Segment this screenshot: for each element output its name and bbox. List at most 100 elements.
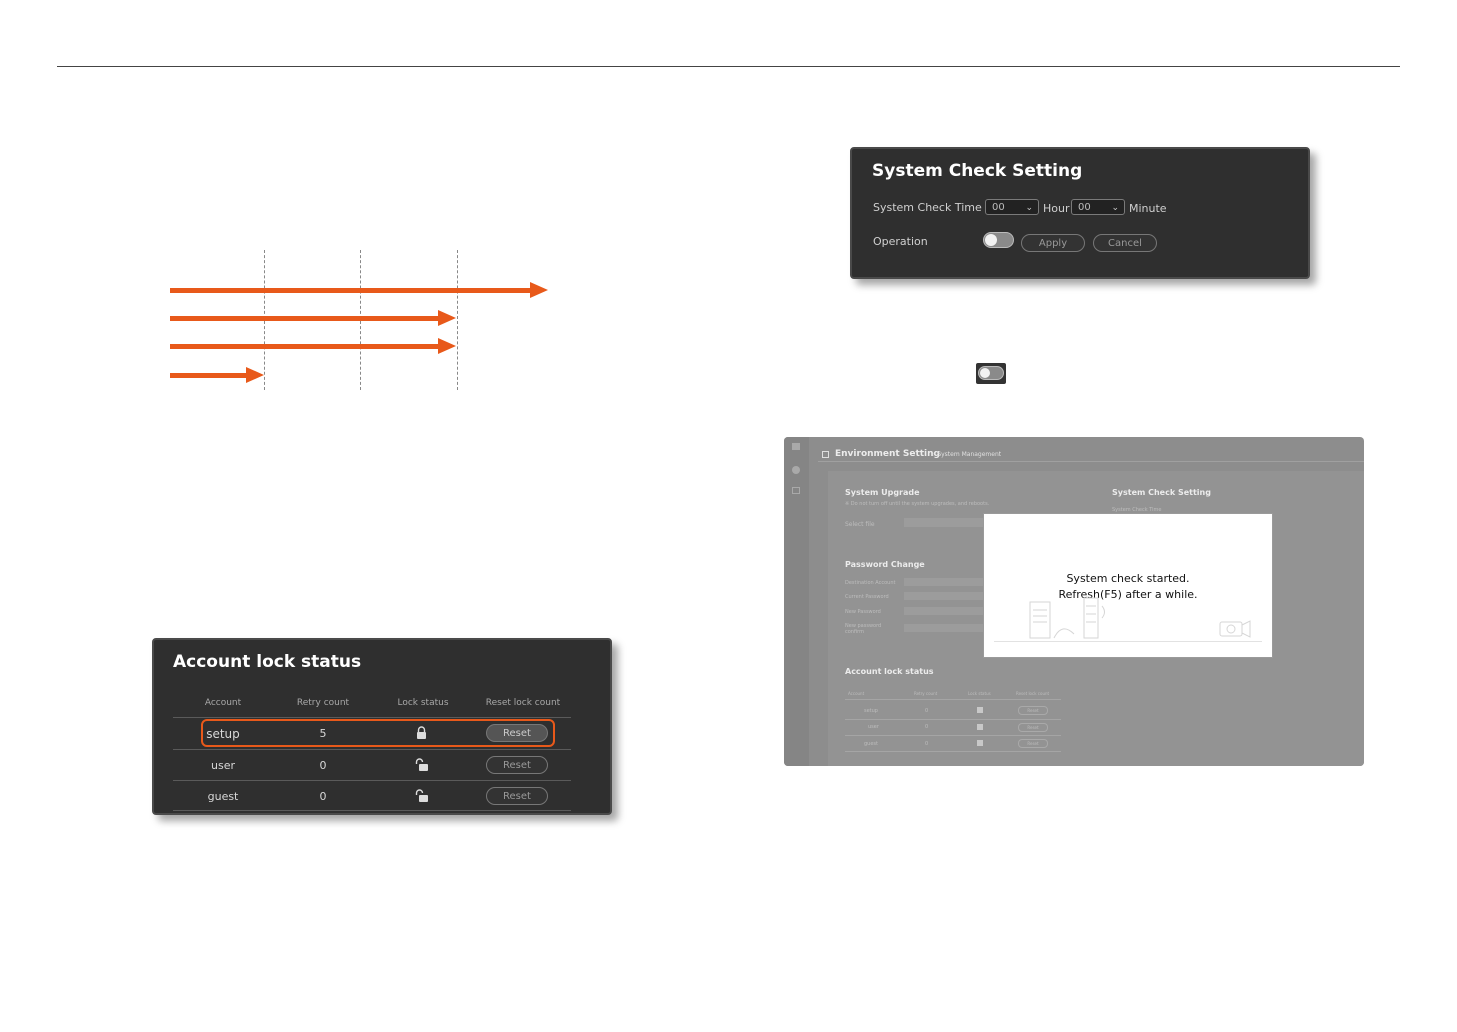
divider-line — [457, 250, 458, 390]
server-illustration-icon — [1029, 597, 1105, 639]
password-field[interactable] — [904, 578, 984, 586]
checkbox-icon — [822, 451, 829, 458]
hour-label: Hour — [1043, 202, 1070, 215]
arrow-2-head — [438, 310, 456, 326]
system-check-time-label: System Check Time — [873, 201, 982, 214]
home-icon[interactable] — [792, 443, 800, 450]
reset-button[interactable]: Reset — [1018, 706, 1048, 715]
toggle-off-icon — [976, 363, 1006, 384]
system-check-popup: System check started. Refresh(F5) after … — [983, 513, 1273, 658]
side-nav — [784, 437, 809, 766]
dialog-title: System Check Setting — [872, 161, 1083, 181]
hour-value: 00 — [992, 202, 1005, 213]
select-file-label: Select file — [845, 521, 875, 528]
cancel-button[interactable]: Cancel — [1093, 234, 1157, 252]
upgrade-note: ※ Do not turn off until the system upgra… — [845, 501, 990, 507]
arrow-1 — [170, 288, 532, 293]
arrow-2 — [170, 316, 440, 321]
reset-button[interactable]: Reset — [486, 724, 548, 742]
lock-closed-icon — [417, 726, 426, 739]
retry-count: 0 — [925, 741, 929, 747]
camera-illustration-icon — [1219, 620, 1251, 638]
reset-button[interactable]: Reset — [1018, 739, 1048, 748]
password-field-label: Destination Account — [845, 580, 896, 586]
arrow-1-head — [530, 282, 548, 298]
lock-open-icon — [977, 707, 983, 713]
reset-button[interactable]: Reset — [486, 756, 548, 774]
minute-select[interactable]: 00 ⌄ — [1071, 199, 1125, 215]
password-field[interactable] — [904, 624, 984, 632]
retry-count: 0 — [319, 759, 327, 772]
column-header: Retry count — [914, 691, 938, 696]
row-divider — [845, 751, 1061, 752]
popup-message-line1: System check started. — [1066, 572, 1190, 585]
gear-icon[interactable] — [792, 466, 800, 474]
column-header: Retry count — [296, 698, 350, 708]
lock-open-icon — [415, 789, 428, 802]
apply-button[interactable]: Apply — [1021, 234, 1085, 252]
account-title: Account lock status — [845, 667, 934, 676]
toggle-knob — [980, 368, 990, 378]
hour-select[interactable]: 00 ⌄ — [985, 199, 1039, 215]
retry-count: 0 — [925, 724, 929, 730]
header-divider — [818, 461, 1364, 462]
arrow-4 — [170, 373, 248, 378]
screenshot-header-sub: › System Management — [933, 451, 1002, 458]
row-divider — [845, 719, 1061, 720]
settings-icon[interactable] — [792, 487, 800, 494]
arrow-4-head — [246, 367, 264, 383]
retry-count: 0 — [319, 790, 327, 803]
reset-button[interactable]: Reset — [1018, 723, 1048, 732]
password-field-label: New Password — [845, 609, 881, 615]
column-header: Lock status — [968, 691, 991, 696]
retry-count: 0 — [925, 708, 929, 714]
toggle-knob — [985, 234, 997, 246]
minute-value: 00 — [1078, 202, 1091, 213]
column-header: Lock status — [397, 698, 449, 708]
account-name: guest — [207, 790, 239, 803]
account-name: guest — [864, 741, 878, 747]
minute-label: Minute — [1129, 202, 1167, 215]
reset-button[interactable]: Reset — [486, 787, 548, 805]
account-name: user — [868, 724, 879, 730]
password-field-label: Current Password — [845, 594, 889, 600]
row-divider — [845, 735, 1061, 736]
row-divider — [845, 699, 1061, 700]
password-field[interactable] — [904, 592, 984, 600]
lock-open-icon — [977, 740, 983, 746]
row-divider — [173, 810, 571, 811]
upgrade-title: System Upgrade — [845, 488, 920, 497]
lock-open-icon — [415, 758, 428, 771]
select-file-field[interactable] — [904, 518, 984, 527]
row-divider — [173, 717, 571, 718]
header-sub-text: System Management — [937, 451, 1002, 458]
operation-toggle[interactable] — [983, 232, 1014, 248]
column-header: Reset lock count — [1016, 691, 1050, 696]
environment-setting-screenshot: Environment Setting › System Management … — [784, 437, 1364, 766]
arrow-3-head — [438, 338, 456, 354]
chevron-down-icon: ⌄ — [1111, 203, 1119, 213]
account-name: setup — [206, 727, 240, 741]
password-title: Password Change — [845, 560, 925, 569]
page-header-rule — [57, 66, 1400, 67]
system-check-dialog: System Check Setting System Check Time 0… — [850, 147, 1310, 279]
account-lock-dialog: Account lock status Account Retry count … — [152, 638, 612, 815]
password-field-label: New password confirm — [845, 623, 882, 635]
password-field[interactable] — [904, 607, 984, 615]
column-header: Account — [204, 698, 242, 708]
column-header: Account — [848, 691, 865, 696]
arrow-3 — [170, 344, 440, 349]
operation-label: Operation — [873, 235, 928, 248]
system-check-title: System Check Setting — [1112, 488, 1211, 497]
retry-count: 5 — [319, 727, 327, 740]
chevron-down-icon: ⌄ — [1025, 203, 1033, 213]
floor-line — [994, 641, 1262, 642]
row-divider — [173, 749, 571, 750]
row-divider — [173, 780, 571, 781]
account-name: setup — [864, 708, 878, 714]
lock-open-icon — [977, 724, 983, 730]
toggle-track — [978, 366, 1004, 380]
screenshot-header-title: Environment Setting — [835, 449, 940, 459]
account-name: user — [211, 759, 235, 772]
dialog-title: Account lock status — [173, 652, 362, 672]
